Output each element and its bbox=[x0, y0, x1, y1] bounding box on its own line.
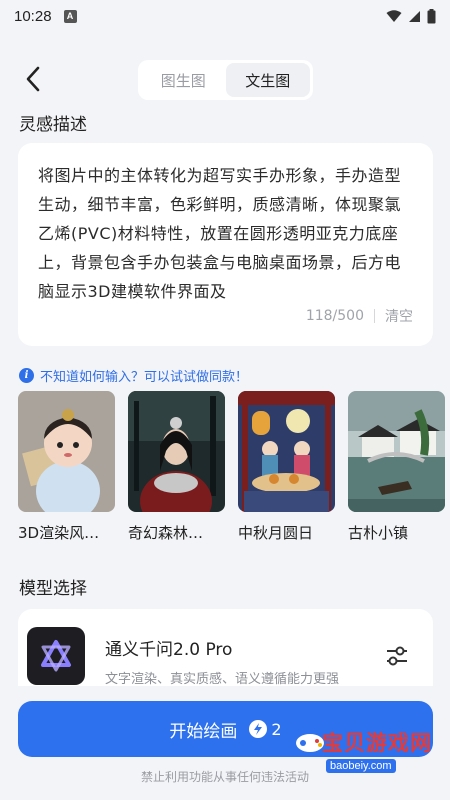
prompt-card: 将图片中的主体转化为超写实手办形象，手办造型生动，细节丰富，色彩鲜明，质感清晰，… bbox=[18, 143, 433, 346]
lightning-icon bbox=[249, 720, 268, 738]
example-item[interactable]: 中秋月圆日 bbox=[238, 391, 335, 551]
example-item[interactable]: 古朴小镇 bbox=[348, 391, 445, 551]
example-label: 3D渲染风… bbox=[18, 524, 100, 542]
model-logo-icon bbox=[27, 627, 85, 685]
cartoon-girl-thumbnail bbox=[18, 391, 115, 512]
wifi-icon bbox=[386, 9, 402, 22]
signal-icon bbox=[409, 10, 420, 22]
notification-icon: A bbox=[63, 9, 77, 23]
watermark-text: 宝贝游戏网 bbox=[322, 731, 432, 755]
example-list: 3D渲染风… 奇幻森林… 中秋月圆日 古朴小镇 bbox=[18, 391, 450, 551]
hint-link[interactable]: i 不知道如何输入？可以试试做同款！ bbox=[19, 366, 248, 385]
model-section-title: 模型选择 bbox=[19, 579, 87, 599]
model-name: 通义千问2.0 Pro bbox=[105, 640, 233, 660]
divider bbox=[374, 309, 375, 323]
status-time: 10:28 bbox=[14, 7, 52, 25]
chevron-left-icon bbox=[26, 66, 40, 92]
prompt-footer: 118/500 清空 bbox=[306, 306, 413, 326]
example-item[interactable]: 3D渲染风… bbox=[18, 391, 115, 551]
hint-text: 不知道如何输入？可以试试做同款！ bbox=[40, 370, 249, 385]
old-town-thumbnail bbox=[348, 391, 445, 512]
example-item[interactable]: 奇幻森林… bbox=[128, 391, 225, 551]
tab-image-to-image[interactable]: 图生图 bbox=[141, 63, 226, 97]
forest-woman-thumbnail bbox=[128, 391, 225, 512]
model-description: 文字渲染、真实质感、语义遵循能力更强 bbox=[105, 672, 340, 687]
model-info: 通义千问2.0 Pro 文字渲染、真实质感、语义遵循能力更强 bbox=[105, 635, 385, 687]
inspiration-title: 灵感描述 bbox=[19, 115, 87, 135]
cost-value: 2 bbox=[271, 719, 282, 739]
char-counter: 118/500 bbox=[305, 308, 364, 324]
example-label: 古朴小镇 bbox=[348, 524, 409, 542]
example-label: 奇幻森林… bbox=[128, 524, 204, 542]
status-icons bbox=[386, 8, 436, 24]
mode-switch: 图生图 文生图 bbox=[138, 60, 313, 100]
back-button[interactable] bbox=[18, 64, 48, 94]
watermark-url: baobeiy.com bbox=[326, 759, 396, 773]
prompt-textarea[interactable]: 将图片中的主体转化为超写实手办形象，手办造型生动，细节丰富，色彩鲜明，质感清晰，… bbox=[38, 161, 413, 304]
info-icon: i bbox=[19, 368, 34, 383]
battery-icon bbox=[427, 8, 436, 23]
settings-sliders-icon[interactable] bbox=[385, 645, 409, 671]
mid-autumn-thumbnail bbox=[238, 391, 335, 512]
tab-text-to-image[interactable]: 文生图 bbox=[225, 63, 310, 97]
start-drawing-label: 开始绘画 bbox=[169, 721, 238, 742]
clear-button[interactable]: 清空 bbox=[385, 306, 413, 326]
status-bar: 10:28 A bbox=[0, 0, 450, 32]
watermark: 宝贝游戏网 baobeiy.com bbox=[292, 727, 442, 779]
example-label: 中秋月圆日 bbox=[238, 524, 314, 542]
